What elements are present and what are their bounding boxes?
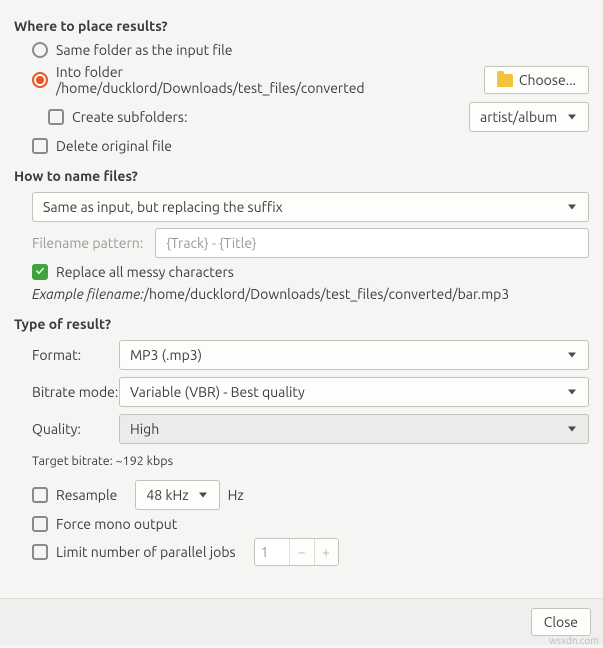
- check-label: Force mono output: [56, 516, 177, 532]
- jobs-increment[interactable]: +: [314, 539, 338, 565]
- checkbox-icon: [32, 264, 48, 280]
- select-value: High: [130, 421, 159, 437]
- pattern-value: {Track} - {Title}: [166, 235, 256, 251]
- select-value: Variable (VBR) - Best quality: [130, 384, 305, 400]
- radio-label: Same folder as the input file: [56, 42, 233, 58]
- resample-select[interactable]: 48 kHz: [135, 480, 219, 510]
- checkbox-icon: [32, 544, 48, 560]
- select-value: 48 kHz: [146, 487, 188, 503]
- close-button[interactable]: Close: [531, 608, 591, 636]
- quality-select[interactable]: High: [119, 414, 589, 444]
- dialog-footer: Close: [0, 598, 603, 645]
- choose-label: Choose...: [519, 72, 576, 88]
- hz-label: Hz: [228, 487, 244, 503]
- name-mode-select[interactable]: Same as input, but replacing the suffix: [32, 192, 589, 222]
- check-label: Limit number of parallel jobs: [56, 544, 236, 560]
- check-limit-jobs[interactable]: Limit number of parallel jobs: [32, 544, 236, 560]
- bitrate-mode-label: Bitrate mode:: [14, 384, 119, 400]
- radio-icon: [32, 42, 48, 58]
- check-label: Create subfolders:: [72, 109, 187, 125]
- radio-label: Into folder /home/ducklord/Downloads/tes…: [56, 64, 365, 96]
- section-result-title: Type of result?: [14, 316, 589, 332]
- checkbox-icon: [32, 487, 48, 503]
- checkbox-icon: [32, 138, 48, 154]
- format-select[interactable]: MP3 (.mp3): [119, 340, 589, 370]
- jobs-decrement[interactable]: −: [290, 539, 314, 565]
- watermark: wsxdn.com: [549, 635, 599, 646]
- checkbox-icon: [48, 109, 64, 125]
- example-label: Example filename:: [32, 286, 144, 302]
- folder-icon: [497, 74, 513, 87]
- check-label: Resample: [56, 487, 117, 503]
- jobs-stepper: 1 − +: [254, 538, 339, 566]
- checkbox-icon: [32, 516, 48, 532]
- select-value: MP3 (.mp3): [130, 347, 202, 363]
- jobs-value: 1: [255, 539, 290, 565]
- check-label: Delete original file: [56, 138, 172, 154]
- check-resample[interactable]: Resample: [32, 487, 117, 503]
- target-bitrate: Target bitrate: ~192 kbps: [14, 454, 589, 468]
- check-label: Replace all messy characters: [56, 264, 234, 280]
- check-delete-original[interactable]: Delete original file: [14, 138, 589, 154]
- example-filename: Example filename: /home/ducklord/Downloa…: [14, 286, 589, 302]
- subfolder-pattern-select[interactable]: artist/album: [469, 102, 589, 132]
- select-value: artist/album: [480, 109, 557, 125]
- select-value: Same as input, but replacing the suffix: [43, 199, 283, 215]
- check-create-subfolders[interactable]: Create subfolders:: [48, 109, 187, 125]
- radio-icon: [32, 72, 48, 88]
- check-force-mono[interactable]: Force mono output: [14, 516, 589, 532]
- pattern-input: {Track} - {Title}: [155, 228, 589, 258]
- radio-into-folder[interactable]: Into folder /home/ducklord/Downloads/tes…: [32, 64, 365, 96]
- check-replace-messy[interactable]: Replace all messy characters: [14, 264, 589, 280]
- bitrate-mode-select[interactable]: Variable (VBR) - Best quality: [119, 377, 589, 407]
- radio-same-folder[interactable]: Same folder as the input file: [14, 42, 589, 58]
- close-label: Close: [544, 614, 578, 630]
- example-value: /home/ducklord/Downloads/test_files/conv…: [144, 286, 509, 302]
- section-place-title: Where to place results?: [14, 18, 589, 34]
- format-label: Format:: [14, 347, 119, 363]
- into-folder-prefix: Into folder: [56, 64, 123, 80]
- section-name-title: How to name files?: [14, 168, 589, 184]
- choose-folder-button[interactable]: Choose...: [484, 66, 589, 94]
- into-folder-path: /home/ducklord/Downloads/test_files/conv…: [56, 80, 365, 96]
- pattern-label: Filename pattern:: [32, 235, 143, 251]
- quality-label: Quality:: [14, 421, 119, 437]
